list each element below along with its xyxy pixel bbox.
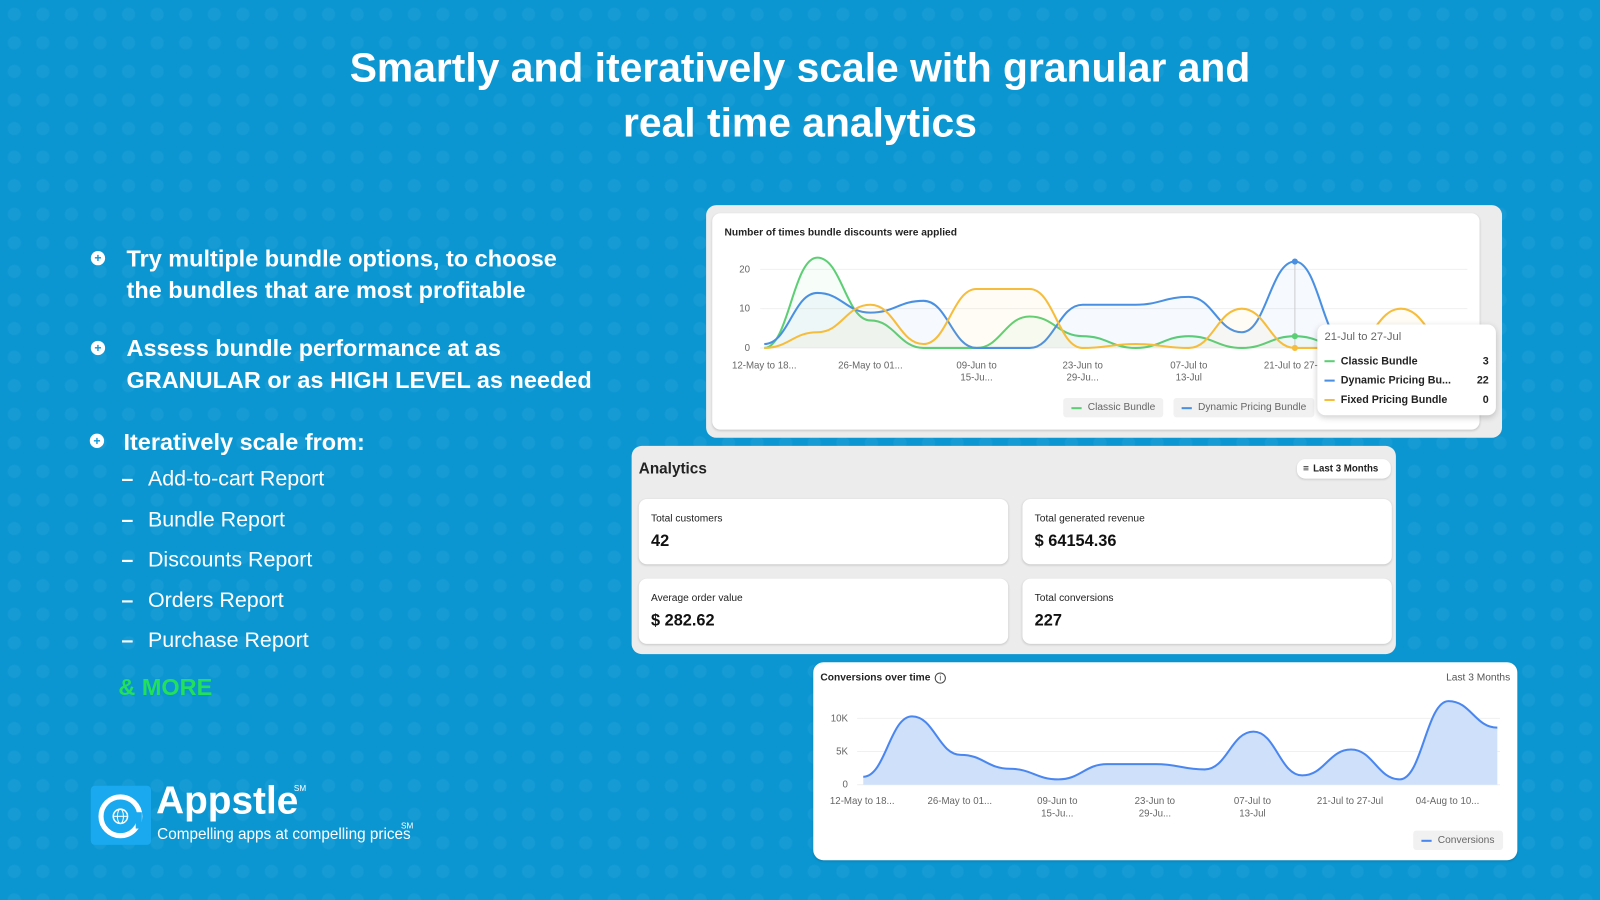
x-tick-label: 21-Jul to 27-Jul [1317,796,1383,807]
legend-label: Conversions [1437,834,1495,846]
y-tick-label: 0 [843,780,849,791]
x-tick-label: 23-Jun to 29-Ju... [1135,796,1175,819]
x-tick-label: 04-Aug to 10... [1416,796,1480,807]
y-tick-label: 5K [836,747,848,758]
conversions-chart: 0 5K 10K 12-May to 18... 26-May to 01... 09-J… [830,700,1500,819]
conversions-area [863,701,1498,785]
x-tick-label: 26-May to 01... [927,796,992,807]
legend-swatch [1421,839,1432,842]
slide: Smartly and iteratively scale with granu… [0,0,1600,900]
legend-conversions[interactable]: Conversions [1413,830,1503,850]
x-tick-label: 09-Jun to 15-Ju... [1037,796,1077,819]
y-tick-label: 10K [831,713,849,724]
x-tick-label: 07-Jul to 13-Jul [1234,796,1271,819]
x-tick-label: 12-May to 18... [830,796,895,807]
